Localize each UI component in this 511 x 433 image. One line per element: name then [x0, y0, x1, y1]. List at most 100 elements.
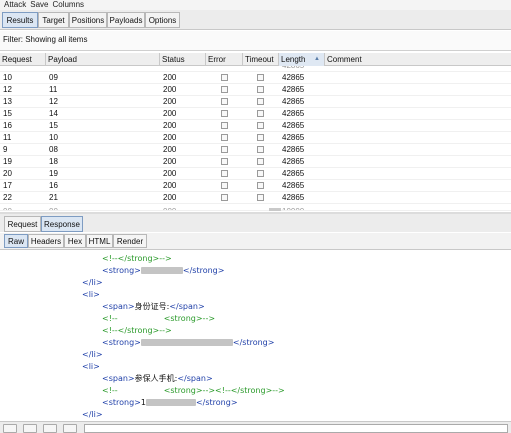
col-timeout[interactable]: Timeout — [243, 53, 279, 66]
col-comment[interactable]: Comment — [325, 53, 511, 66]
results-table: Request Payload Status Error Timeout Len… — [0, 53, 511, 211]
col-payload[interactable]: Payload — [46, 53, 160, 66]
html-comment: <strong>--> — [163, 314, 216, 323]
timeout-checkbox — [257, 110, 264, 117]
col-status[interactable]: Status — [160, 53, 206, 66]
menu-columns[interactable]: Columns — [52, 0, 84, 9]
html-tag: <li> — [82, 290, 100, 299]
col-length-label: Length — [281, 55, 306, 64]
html-comment: <!--</strong>--> — [102, 254, 172, 263]
menu-save[interactable]: Save — [30, 0, 48, 9]
html-tag: <strong> — [102, 266, 141, 275]
table-scrollbar-thumb[interactable] — [269, 208, 281, 211]
table-row[interactable]: 22 21 200 42865 — [0, 192, 511, 204]
menu-bar: Attack Save Columns — [0, 0, 511, 10]
timeout-checkbox — [257, 134, 264, 141]
help-button[interactable] — [3, 424, 17, 433]
html-tag: <li> — [82, 362, 100, 371]
timeout-checkbox — [257, 122, 264, 129]
tab-options[interactable]: Options — [145, 12, 180, 28]
code-line: <strong>1 </strong> — [102, 397, 238, 409]
tab-results[interactable]: Results — [2, 12, 38, 28]
tab-response[interactable]: Response — [41, 216, 83, 232]
error-checkbox — [221, 182, 228, 189]
code-line: <span>身份证号:</span> — [102, 301, 205, 313]
code-line: <!-- <strong>--><!--</strong>--> — [102, 385, 285, 397]
search-input[interactable] — [84, 424, 508, 433]
table-row[interactable]: 13 12 200 42865 — [0, 96, 511, 108]
tab-payloads[interactable]: Payloads — [107, 12, 145, 28]
cell-payload: 00 — [46, 205, 58, 210]
sort-ascending-icon: ▲ — [314, 56, 320, 62]
cell-status: 000 — [160, 205, 176, 210]
error-checkbox — [221, 122, 228, 129]
code-line: </li> — [82, 409, 103, 421]
tab-hex[interactable]: Hex — [64, 234, 86, 248]
table-row[interactable]: 10 09 200 42865 — [0, 72, 511, 84]
attack-tabs: Results Target Positions Payloads Option… — [0, 10, 511, 30]
error-checkbox — [221, 158, 228, 165]
tab-headers[interactable]: Headers — [28, 234, 64, 248]
view-tabs: Raw Headers Hex HTML Render — [0, 233, 511, 250]
filter-bar[interactable]: Filter: Showing all items — [0, 31, 511, 51]
timeout-checkbox — [257, 194, 264, 201]
tab-target[interactable]: Target — [38, 12, 69, 28]
table-row[interactable]: 15 14 200 42865 — [0, 108, 511, 120]
table-row[interactable]: 17 16 200 42865 — [0, 180, 511, 192]
table-row[interactable]: 16 15 200 42865 — [0, 120, 511, 132]
html-tag: <strong> — [102, 338, 141, 347]
redacted-value — [145, 399, 196, 406]
html-comment: <strong>--><!--</strong>--> — [163, 386, 285, 395]
code-line: <!-- <strong>--> — [102, 313, 215, 325]
code-line: </li> — [82, 277, 103, 289]
html-tag: <span> — [102, 374, 135, 383]
table-row-partial-bottom[interactable]: 00 00 000 10000 — [0, 205, 511, 211]
error-checkbox — [221, 86, 228, 93]
html-tag: </strong> — [182, 266, 225, 275]
timeout-checkbox — [257, 182, 264, 189]
error-checkbox — [221, 134, 228, 141]
table-row[interactable]: 11 10 200 42865 — [0, 132, 511, 144]
cell-length: 10000 — [279, 205, 304, 210]
tab-raw[interactable]: Raw — [4, 234, 28, 248]
html-tag: </li> — [82, 350, 103, 359]
html-tag: </strong> — [195, 398, 238, 407]
timeout-checkbox — [257, 170, 264, 177]
table-row[interactable]: 9 08 200 42865 — [0, 144, 511, 156]
table-row[interactable]: 19 18 200 42865 — [0, 156, 511, 168]
code-line: <span>参保人手机:</span> — [102, 373, 213, 385]
text-content: 身份证号: — [134, 302, 170, 311]
html-comment: <!-- — [102, 386, 118, 395]
error-checkbox — [221, 110, 228, 117]
code-line: <strong> </strong> — [102, 337, 274, 349]
error-checkbox — [221, 146, 228, 153]
col-error[interactable]: Error — [206, 53, 243, 66]
next-button[interactable] — [63, 424, 77, 433]
cell-request: 22 — [3, 193, 12, 202]
timeout-checkbox — [257, 74, 264, 81]
code-line: <li> — [82, 289, 100, 301]
tab-request[interactable]: Request — [4, 216, 41, 232]
col-length[interactable]: Length ▲ — [279, 53, 325, 66]
tab-render[interactable]: Render — [113, 234, 147, 248]
tab-html[interactable]: HTML — [86, 234, 113, 248]
error-checkbox — [221, 98, 228, 105]
error-checkbox — [221, 194, 228, 201]
redacted-value — [140, 339, 233, 346]
response-raw-viewer[interactable]: <!--</strong>--> <strong> </strong> </li> <l… — [0, 251, 511, 421]
table-row[interactable]: 20 19 200 42865 — [0, 168, 511, 180]
request-response-tabs: Request Response — [0, 214, 511, 232]
timeout-checkbox — [257, 98, 264, 105]
tab-positions[interactable]: Positions — [69, 12, 107, 28]
timeout-checkbox — [257, 146, 264, 153]
cell-request: 00 — [0, 205, 12, 210]
code-line: </li> — [82, 349, 103, 361]
text-content: 参保人手机: — [134, 374, 178, 383]
col-request[interactable]: Request — [0, 53, 46, 66]
previous-button[interactable] — [23, 424, 37, 433]
menu-attack[interactable]: Attack — [4, 0, 26, 9]
table-row[interactable]: 12 11 200 42865 — [0, 84, 511, 96]
cell-payload: 21 — [49, 193, 58, 202]
timeout-checkbox — [257, 158, 264, 165]
add-button[interactable] — [43, 424, 57, 433]
